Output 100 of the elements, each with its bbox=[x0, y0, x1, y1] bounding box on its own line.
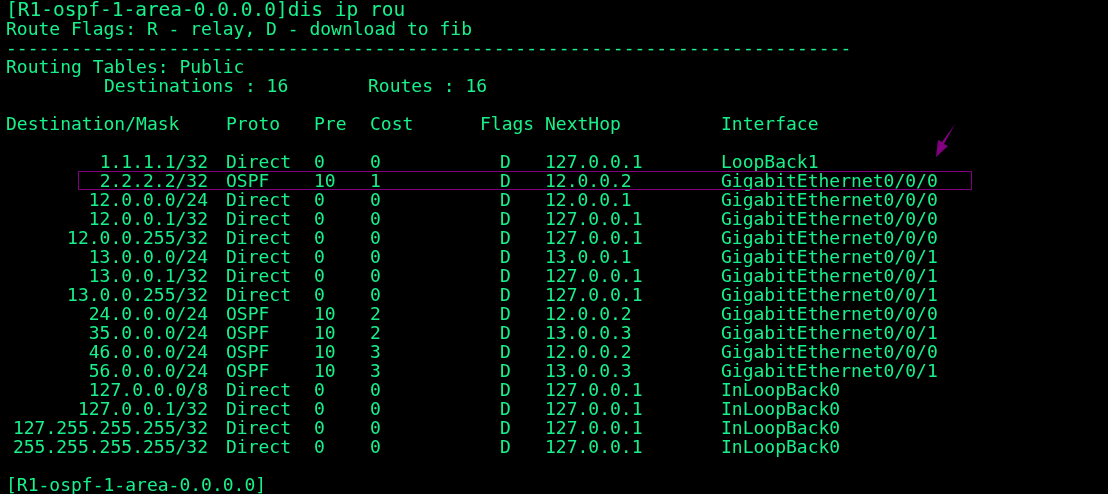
table-cell-text: 0 bbox=[314, 209, 326, 228]
prompt: [R1-ospf-1-area-0.0.0.0] bbox=[6, 474, 267, 494]
routes-count: Routes : 16 bbox=[368, 76, 488, 95]
table-cell-text: 0 bbox=[314, 247, 326, 266]
table-cell-text: 127.0.0.1 bbox=[545, 285, 644, 304]
table-cell: GigabitEthernet0/0/1 bbox=[721, 266, 938, 285]
table-cell-text: D bbox=[499, 171, 512, 190]
table-cell: GigabitEthernet0/0/1 bbox=[721, 361, 938, 380]
table-cell-text: D bbox=[499, 266, 512, 285]
table-cell-text: 12.0.0.2 bbox=[545, 304, 633, 323]
column-header: Flags bbox=[480, 114, 536, 133]
table-cell-text: 0 bbox=[314, 437, 326, 456]
table-cell-text: 127.0.0.1 bbox=[545, 228, 644, 247]
table-cell-text: 0 bbox=[370, 228, 382, 247]
table-cell-text: Direct bbox=[226, 380, 293, 399]
table-cell-text: D bbox=[499, 304, 512, 323]
table-cell-text: 0 bbox=[314, 228, 326, 247]
table-cell-text: 10 bbox=[314, 171, 337, 190]
column-header: Cost bbox=[370, 114, 415, 133]
table-cell-text: 0 bbox=[314, 380, 326, 399]
table-title: Routing Tables: Public bbox=[6, 56, 245, 77]
table-cell-text: 0 bbox=[370, 209, 382, 228]
table-cell: GigabitEthernet0/0/0 bbox=[721, 190, 938, 209]
table-cell-text: 127.0.0.1 bbox=[545, 209, 644, 228]
table-cell-text: 10 bbox=[314, 323, 337, 342]
table-cell-text: Direct bbox=[226, 152, 293, 171]
table-cell-text: 0 bbox=[314, 285, 326, 304]
table-cell-text: 13.0.0.1 bbox=[545, 247, 633, 266]
column-header: Destination/Mask bbox=[5, 114, 181, 133]
table-cell: GigabitEthernet0/0/0 bbox=[721, 171, 938, 190]
table-cell-text: 12.0.0.1/32 bbox=[87, 209, 208, 228]
table-cell-text: 0 bbox=[370, 247, 382, 266]
table-cell-text: 10 bbox=[314, 361, 337, 380]
table-cell-text: D bbox=[499, 399, 512, 418]
table-cell-text: 2.2.2.2/32 bbox=[98, 171, 208, 190]
table-cell: LoopBack1 bbox=[721, 152, 819, 171]
table-cell-text: D bbox=[499, 342, 512, 361]
table-cell-text: Direct bbox=[226, 190, 293, 209]
table-cell-text: 13.0.0.1/32 bbox=[87, 266, 208, 285]
table-cell-text: OSPF bbox=[226, 361, 271, 380]
table-cell-text: D bbox=[499, 209, 512, 228]
column-header: Proto bbox=[226, 114, 282, 133]
table-cell-text: 35.0.0.0/24 bbox=[87, 323, 208, 342]
table-cell-text: 127.0.0.0/8 bbox=[87, 380, 208, 399]
table-cell-text: Direct bbox=[226, 209, 293, 228]
table-cell-text: 3 bbox=[370, 361, 382, 380]
table-cell-text: D bbox=[499, 228, 512, 247]
table-cell-text: 46.0.0.0/24 bbox=[87, 342, 208, 361]
table-cell-text: Direct bbox=[226, 266, 293, 285]
table-cell-text: 127.0.0.1/32 bbox=[76, 399, 208, 418]
table-cell-text: 127.0.0.1 bbox=[545, 418, 644, 437]
table-cell-text: Direct bbox=[226, 399, 293, 418]
table-cell-text: 127.0.0.1 bbox=[545, 399, 644, 418]
table-cell-text: 12.0.0.2 bbox=[545, 342, 633, 361]
table-cell-text: 13.0.0.3 bbox=[545, 323, 633, 342]
table-cell-text: Direct bbox=[226, 228, 293, 247]
table-cell-text: Direct bbox=[226, 285, 293, 304]
table-cell-text: 12.0.0.255/32 bbox=[66, 228, 208, 247]
table-cell-text: 255.255.255.255/32 bbox=[11, 437, 208, 456]
table-cell-text: 12.0.0.2 bbox=[545, 171, 633, 190]
table-cell-text: 1 bbox=[370, 171, 382, 190]
table-cell-text: OSPF bbox=[226, 323, 271, 342]
table-cell: InLoopBack0 bbox=[721, 418, 841, 437]
table-cell: InLoopBack0 bbox=[721, 399, 841, 418]
table-cell-text: 0 bbox=[314, 190, 326, 209]
table-cell-text: 13.0.0.3 bbox=[545, 361, 633, 380]
table-cell-text: 127.0.0.1 bbox=[545, 437, 644, 456]
table-cell-text: 0 bbox=[370, 152, 382, 171]
table-cell-text: 10 bbox=[314, 342, 337, 361]
table-cell: GigabitEthernet0/0/1 bbox=[721, 285, 938, 304]
table-cell-text: 0 bbox=[370, 418, 382, 437]
table-cell-text: D bbox=[499, 380, 512, 399]
table-cell: GigabitEthernet0/0/0 bbox=[721, 342, 938, 361]
table-cell-text: D bbox=[499, 418, 512, 437]
table-cell-text: 127.0.0.1 bbox=[545, 152, 644, 171]
table-cell-text: 10 bbox=[314, 304, 337, 323]
table-cell-text: 127.0.0.1 bbox=[545, 266, 644, 285]
table-cell-text: Direct bbox=[226, 418, 293, 437]
column-header: Pre bbox=[314, 114, 348, 133]
table-cell-text: D bbox=[499, 361, 512, 380]
table-cell-text: OSPF bbox=[226, 171, 271, 190]
table-cell-text: 0 bbox=[314, 399, 326, 418]
table-cell-text: 0 bbox=[314, 418, 326, 437]
table-cell-text: 0 bbox=[370, 285, 382, 304]
table-cell-text: Direct bbox=[226, 247, 293, 266]
table-cell-text: 0 bbox=[370, 190, 382, 209]
table-cell-text: OSPF bbox=[226, 304, 271, 323]
table-cell-text: 0 bbox=[314, 266, 326, 285]
table-cell-text: 13.0.0.255/32 bbox=[66, 285, 208, 304]
table-cell-text: 3 bbox=[370, 342, 382, 361]
table-cell-text: D bbox=[499, 152, 512, 171]
table-cell-text: D bbox=[499, 437, 512, 456]
table-cell: GigabitEthernet0/0/0 bbox=[721, 304, 938, 323]
table-cell: InLoopBack0 bbox=[721, 380, 841, 399]
arrow-icon bbox=[935, 124, 957, 158]
table-cell-text: 1.1.1.1/32 bbox=[98, 152, 208, 171]
table-cell-text: D bbox=[499, 190, 512, 209]
table-cell-text: Direct bbox=[226, 437, 293, 456]
table-cell-text: 2 bbox=[370, 323, 382, 342]
table-cell-text: 0 bbox=[370, 266, 382, 285]
